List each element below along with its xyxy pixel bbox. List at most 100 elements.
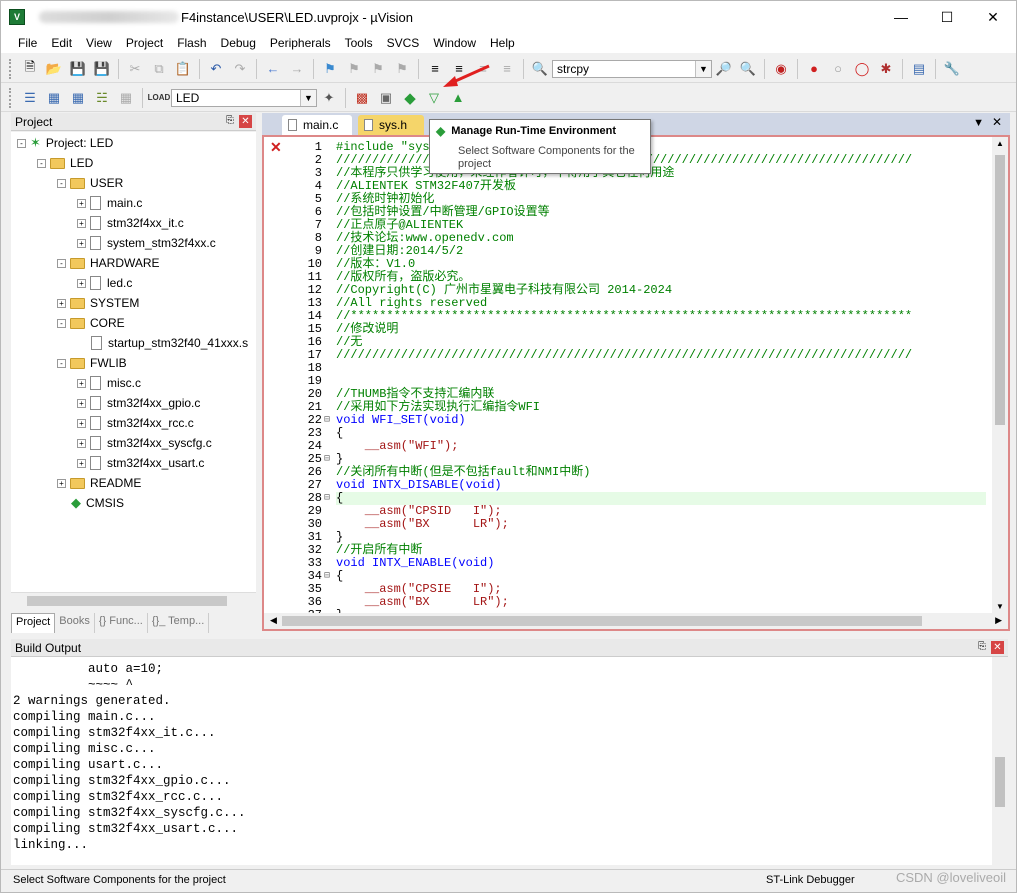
batch-build-icon[interactable]: ☵ [92,88,112,108]
clear-bookmarks-icon[interactable]: ⚑ [392,59,412,79]
uncomment-icon[interactable]: ≡ [497,59,517,79]
group-fwlib[interactable]: - FWLIB [57,354,127,372]
bookmark-icon[interactable]: ⚑ [320,59,340,79]
menu-peripherals[interactable]: Peripherals [263,36,338,50]
file-item[interactable]: + stm32f4xx_rcc.c [77,414,194,432]
file-item[interactable]: + stm32f4xx_syscfg.c [77,434,212,452]
breakpoint-insert-icon[interactable]: ● [804,59,824,79]
target-options-icon[interactable]: ✦ [319,88,339,108]
build-vscroll[interactable] [992,657,1008,865]
maximize-button[interactable]: ☐ [924,1,970,33]
translate-icon[interactable]: ☰ [20,88,40,108]
build-output-text: auto a=10; ~~~~ ^ 2 warnings generated. co… [13,661,246,853]
tab-functions[interactable]: {} Func... [95,613,148,633]
find-icon[interactable]: 🔎 [714,59,734,79]
chevron-down-icon[interactable]: ▼ [695,60,711,77]
menu-debug[interactable]: Debug [214,36,263,50]
save-icon[interactable]: 💾 [68,59,88,79]
pack-installer-icon[interactable]: ▲ [448,88,468,108]
prev-bookmark-icon[interactable]: ⚑ [344,59,364,79]
folder-icon [70,477,85,489]
cmsis-item[interactable]: ◆ CMSIS [71,494,124,512]
file-extensions-icon[interactable]: ▩ [352,88,372,108]
debug-start-icon[interactable]: ◉ [771,59,791,79]
group-readme[interactable]: + README [57,474,141,492]
select-packs-icon[interactable]: ▽ [424,88,444,108]
group-system[interactable]: + SYSTEM [57,294,139,312]
close-window-button[interactable]: ✕ [970,1,1016,33]
file-item[interactable]: + stm32f4xx_it.c [77,214,184,232]
menu-window[interactable]: Window [426,36,483,50]
tab-main-c[interactable]: main.c [282,115,352,135]
menu-tools[interactable]: Tools [338,36,380,50]
configure-icon[interactable]: 🔧 [942,59,962,79]
code-line: __asm("BX LR"); [336,595,509,609]
file-item[interactable]: + system_stm32f4xx.c [77,234,216,252]
download-load-icon[interactable]: LOAD [148,88,171,108]
editor-hscroll[interactable]: ▶ ◀ [264,613,1008,629]
code-editor[interactable]: ✕ 1 2 3 4 5 6 7 8 9 10 11 12 13 14 15 16 17 18 19 20 21 22 23 2… [262,135,1010,631]
menu-flash[interactable]: Flash [170,36,213,50]
tab-books[interactable]: Books [55,613,95,633]
cut-icon[interactable]: ✂ [125,59,145,79]
breakpoint-enable-icon[interactable]: ○ [828,59,848,79]
menu-file[interactable]: File [11,36,44,50]
find-combo[interactable]: strcpy ▼ [552,59,712,78]
build-icon[interactable]: ▦ [44,88,64,108]
tab-project[interactable]: Project [11,613,56,633]
copy-icon[interactable]: ⧉ [149,59,169,79]
nav-back-icon[interactable]: ← [263,59,283,79]
redo-icon[interactable]: ↷ [230,59,250,79]
editor-vscroll[interactable]: ▲ ▼ [992,137,1008,613]
menu-project[interactable]: Project [119,36,170,50]
manage-run-time-environment-icon[interactable]: ◆ [400,88,420,108]
breakpoint-kill-all-icon[interactable]: ✱ [876,59,896,79]
file-item[interactable]: + stm32f4xx_gpio.c [77,394,200,412]
file-item[interactable]: + main.c [77,194,142,212]
new-file-icon[interactable]: 🗎 [20,59,40,79]
file-item[interactable]: + stm32f4xx_usart.c [77,454,204,472]
menu-edit[interactable]: Edit [44,36,79,50]
window-layout-icon[interactable]: ▤ [909,59,929,79]
menu-svcs[interactable]: SVCS [380,36,427,50]
paste-icon[interactable]: 📋 [173,59,193,79]
uvision-app-icon: V [9,9,25,25]
chevron-down-icon[interactable]: ▼ [300,89,316,106]
file-item[interactable]: + misc.c [77,374,141,392]
tab-templates[interactable]: {}_ Temp... [148,613,210,633]
menu-view[interactable]: View [79,36,119,50]
close-icon[interactable]: ✕ [239,115,252,128]
stop-build-icon[interactable]: ▦ [116,88,136,108]
scroll-thumb[interactable] [995,155,1005,425]
manage-project-items-icon[interactable]: ▣ [376,88,396,108]
find-in-files-icon[interactable]: 🔍 [530,59,550,79]
project-tree: - ✶ Project: LED - LED - USER + main.c + stm32… [11,132,256,592]
close-icon[interactable]: ✕ [991,641,1004,654]
group-hardware[interactable]: - HARDWARE [57,254,160,272]
tab-sys-h[interactable]: sys.h [358,115,424,135]
rebuild-icon[interactable]: ▦ [68,88,88,108]
pin-icon[interactable]: ⎘ [978,641,986,652]
file-item[interactable]: startup_stm32f40_41xxx.s [91,334,248,352]
menu-help[interactable]: Help [483,36,522,50]
group-core[interactable]: - CORE [57,314,125,332]
target-combo[interactable]: LED ▼ [171,88,317,107]
group-user[interactable]: - USER [57,174,123,192]
nav-forward-icon[interactable]: → [287,59,307,79]
open-folder-icon[interactable]: 📂 [44,59,64,79]
breakpoint-disable-all-icon[interactable]: ◯ [852,59,872,79]
tree-root[interactable]: - ✶ Project: LED [17,134,113,152]
project-hscroll[interactable] [11,592,256,608]
close-editor-icon[interactable]: ✕ [992,115,1002,129]
incremental-find-icon[interactable]: 🔍 [738,59,758,79]
build-output[interactable]: auto a=10; ~~~~ ^ 2 warnings generated. co… [11,657,1008,865]
next-bookmark-icon[interactable]: ⚑ [368,59,388,79]
undo-icon[interactable]: ↶ [206,59,226,79]
tree-target[interactable]: - LED [37,154,93,172]
file-icon [90,456,101,470]
file-item[interactable]: + led.c [77,274,132,292]
minimize-button[interactable]: — [878,1,924,33]
save-all-icon[interactable]: 💾 [92,59,112,79]
tab-list-chevron-icon[interactable]: ▼ [973,117,984,129]
pin-icon[interactable]: ⎘ [226,115,234,126]
